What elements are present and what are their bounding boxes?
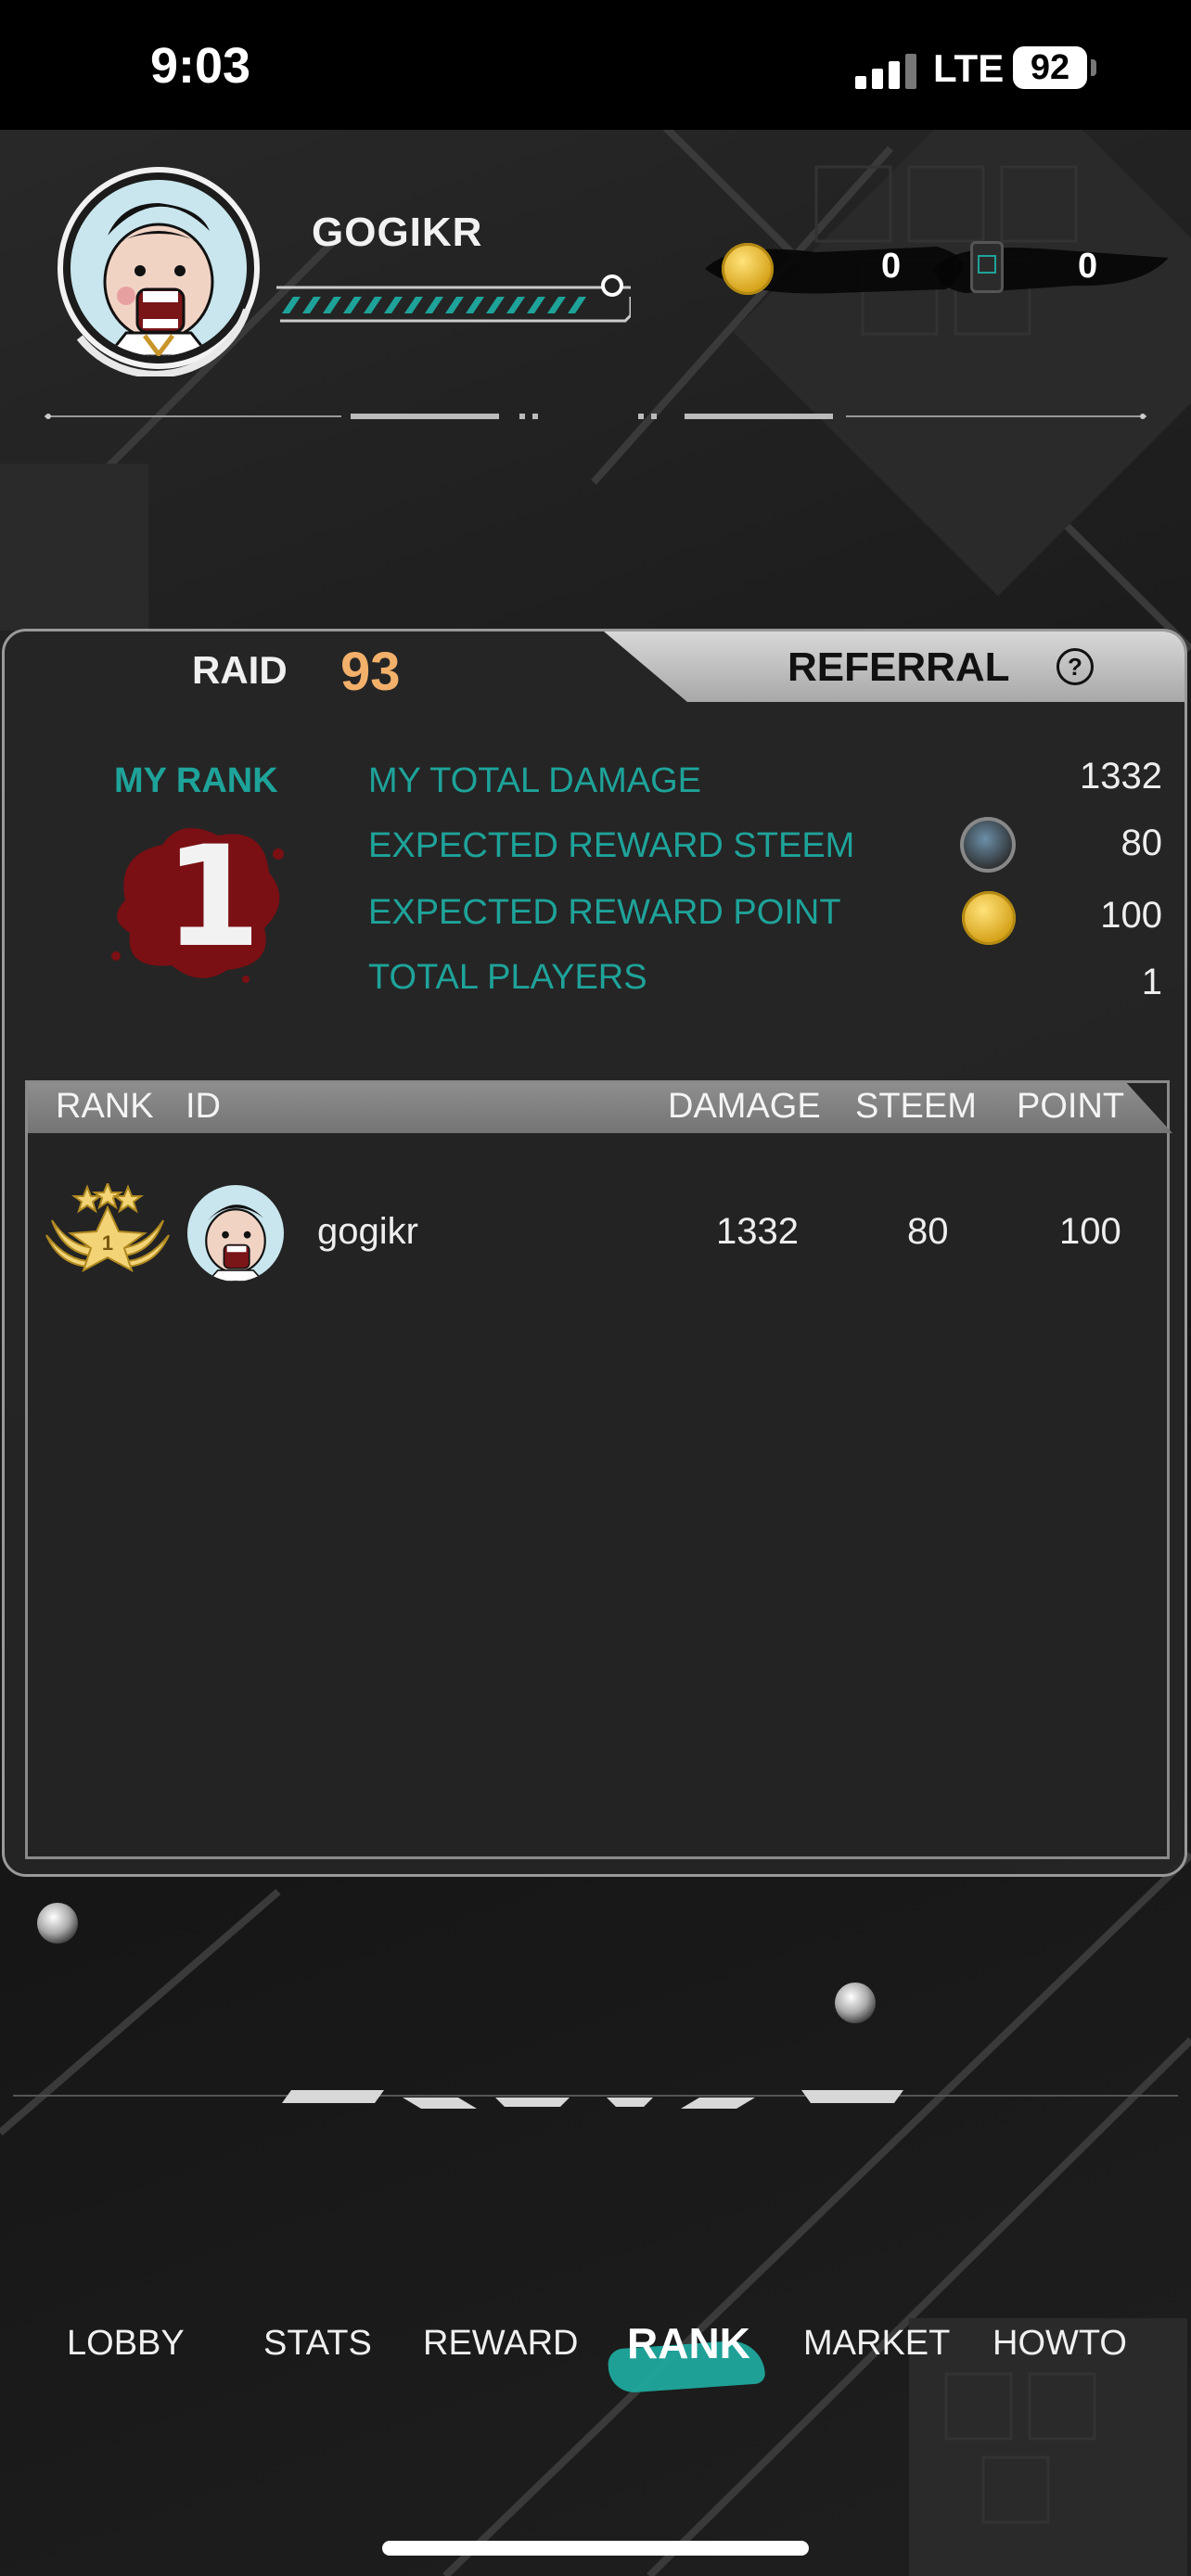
status-time: 9:03 (150, 38, 251, 94)
tab-referral-label: REFERRAL (788, 644, 1010, 690)
help-icon[interactable]: ? (1057, 648, 1094, 685)
header-divider (45, 414, 1146, 419)
ticket-icon (970, 241, 1004, 293)
column-header-steem: STEEM (855, 1087, 977, 1126)
battery-indicator: 92 (1013, 46, 1087, 89)
nav-divider (13, 2090, 1178, 2109)
nav-rank[interactable]: RANK (627, 2318, 750, 2368)
network-type: LTE (933, 46, 1005, 90)
raid-number: 93 (340, 642, 401, 702)
decor-orb-right (835, 1983, 876, 2023)
column-header-point: POINT (1017, 1087, 1125, 1126)
my-rank-label: MY RANK (114, 761, 278, 800)
avatar-frame-arc (76, 308, 250, 376)
column-header-damage: DAMAGE (668, 1087, 821, 1126)
coins-value: 0 (881, 247, 902, 286)
nav-market[interactable]: MARKET (803, 2324, 950, 2364)
nav-stats[interactable]: STATS (263, 2324, 372, 2364)
column-header-id: ID (186, 1087, 221, 1126)
my-rank-value: 1 (164, 817, 262, 978)
battery-tip-icon (1091, 59, 1096, 76)
player-steem: 80 (907, 1211, 949, 1252)
status-bar: 9:03 LTE 92 (0, 0, 1191, 130)
nav-howto[interactable]: HOWTO (992, 2324, 1127, 2364)
tickets-value: 0 (1078, 247, 1098, 286)
raid-rank-panel: RAID 93 REFERRAL ? MY RANK 1 MY TOTAL DA… (2, 629, 1187, 1877)
tab-raid[interactable]: RAID 93 (5, 631, 617, 702)
stat-label-reward-point: EXPECTED REWARD POINT (368, 893, 841, 932)
experience-bar (276, 286, 631, 323)
gold-coin-icon (722, 243, 774, 295)
steem-icon (960, 817, 1016, 873)
svg-text:1: 1 (102, 1231, 113, 1255)
bottom-navigation: LOBBY STATS REWARD RANK MARKET HOWTO (0, 2315, 1191, 2394)
column-header-rank: RANK (56, 1087, 154, 1126)
username: GOGIKR (312, 210, 483, 255)
player-avatar (187, 1185, 284, 1282)
player-point: 100 (1059, 1211, 1121, 1252)
stat-value-reward-steem: 80 (1121, 823, 1163, 863)
tab-raid-label: RAID (192, 648, 288, 692)
stat-value-total-players: 1 (1141, 962, 1162, 1002)
stat-label-reward-steem: EXPECTED REWARD STEEM (368, 826, 855, 865)
table-row[interactable]: 1 gogikr 1332 80 100 (28, 1176, 1172, 1282)
nav-lobby[interactable]: LOBBY (67, 2324, 185, 2364)
cellular-signal-icon (855, 52, 920, 89)
experience-marker-icon (601, 274, 623, 297)
stat-label-total-damage: MY TOTAL DAMAGE (368, 761, 701, 800)
point-coin-icon (962, 891, 1016, 945)
nav-reward[interactable]: REWARD (423, 2324, 578, 2364)
rank-1-badge-icon: 1 (45, 1183, 170, 1272)
player-damage: 1332 (716, 1211, 799, 1252)
game-screen: 9:03 LTE 92 GOGIKR 0 0 RAID 93 REFERRAL … (0, 0, 1191, 2576)
ranking-table: RANK ID DAMAGE STEEM POINT 1 gogikr 1332… (25, 1080, 1172, 1859)
stat-label-total-players: TOTAL PLAYERS (368, 958, 647, 997)
player-id: gogikr (317, 1211, 418, 1252)
stat-value-total-damage: 1332 (1080, 756, 1162, 797)
currency-strip (705, 247, 1169, 294)
decor-orb-left (37, 1903, 78, 1944)
stat-value-reward-point: 100 (1100, 895, 1162, 936)
home-indicator[interactable] (382, 2541, 809, 2556)
